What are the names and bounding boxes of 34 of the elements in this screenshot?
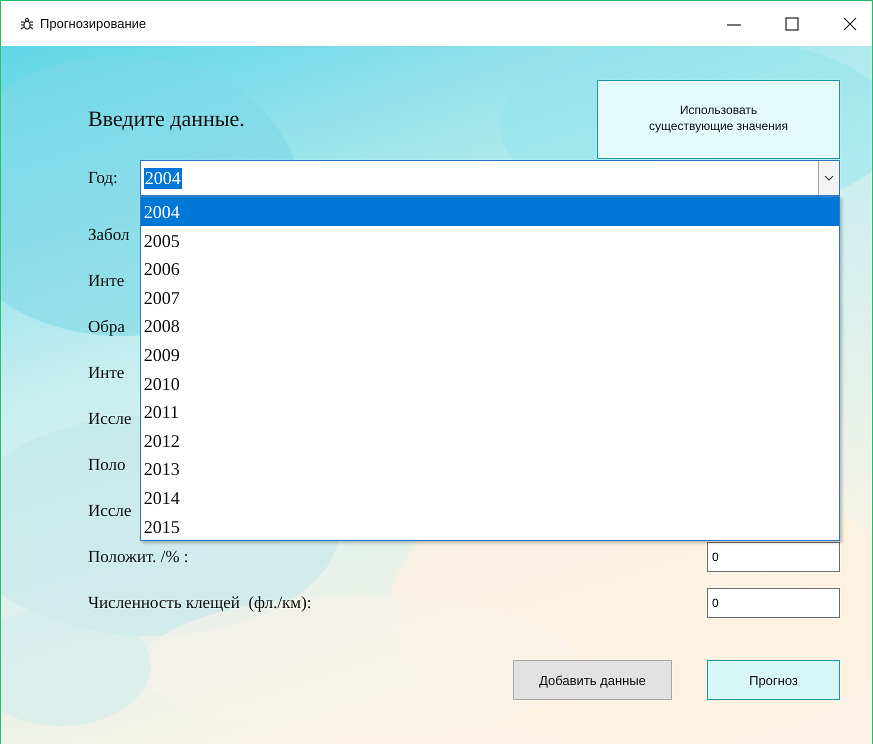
dropdown-option[interactable]: 2013 xyxy=(140,454,839,483)
dropdown-option[interactable]: 2005 xyxy=(140,226,839,254)
close-icon[interactable] xyxy=(842,16,858,32)
add-data-button[interactable]: Добавить данные xyxy=(513,660,672,700)
chevron-down-icon xyxy=(824,175,834,181)
input-field[interactable]: 0 xyxy=(707,542,840,572)
dropdown-option[interactable]: 2014 xyxy=(140,482,839,512)
dropdown-option[interactable]: 2007 xyxy=(140,282,839,312)
combo-value: 2004 xyxy=(144,168,182,188)
dropdown-option[interactable]: 2010 xyxy=(140,368,839,398)
dropdown-option[interactable]: 2015 xyxy=(140,512,839,540)
dropdown-option[interactable]: 2008 xyxy=(140,311,839,340)
dropdown-option[interactable]: 2011 xyxy=(140,397,839,426)
maximize-icon[interactable] xyxy=(784,16,800,32)
field-label: Год: xyxy=(88,168,118,188)
heading: Введите данные. xyxy=(88,106,245,132)
field-label: Иссле xyxy=(88,501,132,521)
input-field[interactable]: 0 xyxy=(707,588,840,618)
field-label: Иссле xyxy=(88,409,132,429)
field-label: Поло xyxy=(88,455,126,475)
field-label: Инте xyxy=(88,363,124,383)
dropdown-option[interactable]: 2004 xyxy=(140,197,839,226)
field-label: Инте xyxy=(88,271,124,291)
bug-icon xyxy=(20,16,34,30)
field-label: Численность клещей (фл./км): xyxy=(88,593,312,613)
field-label: Положит. /% : xyxy=(88,547,188,567)
use-existing-button[interactable]: Использовать существующие значения xyxy=(597,80,840,158)
dropdown-option[interactable]: 2012 xyxy=(140,426,839,454)
dropdown-option[interactable]: 2006 xyxy=(140,254,839,283)
forecast-button[interactable]: Прогноз xyxy=(707,660,840,700)
field-label: Обра xyxy=(88,317,125,337)
dropdown-option[interactable]: 2009 xyxy=(140,340,839,369)
window-title: Прогнозирование xyxy=(40,16,146,31)
field-label: Забол xyxy=(88,225,130,245)
